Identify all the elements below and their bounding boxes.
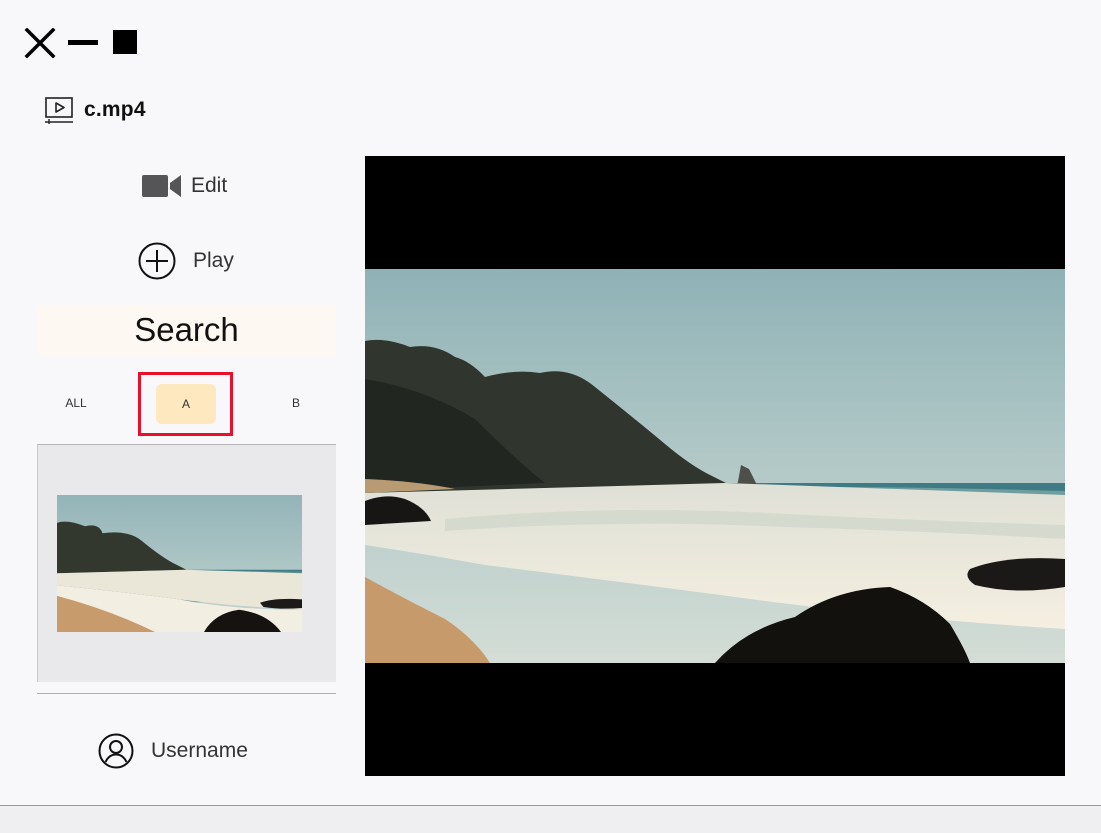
- filter-b-label: B: [291, 396, 300, 410]
- filter-a[interactable]: A: [156, 384, 216, 424]
- sidebar-divider: [37, 693, 336, 694]
- clip-thumbnail[interactable]: [57, 495, 302, 632]
- filter-a-label: A: [181, 397, 190, 411]
- username-label: Username: [151, 739, 248, 762]
- maximize-icon[interactable]: [113, 30, 137, 54]
- file-name: c.mp4: [84, 98, 146, 121]
- user-circle-icon: [98, 733, 134, 769]
- filter-b[interactable]: B: [284, 396, 308, 410]
- video-player[interactable]: [365, 156, 1065, 776]
- edit-label: Edit: [191, 174, 228, 197]
- video-frame: [365, 269, 1065, 663]
- status-bar: [0, 805, 1101, 833]
- filter-all[interactable]: ALL: [58, 396, 94, 410]
- play-label: Play: [193, 249, 234, 272]
- play-button[interactable]: Play: [138, 242, 234, 280]
- file-header: c.mp4: [44, 94, 146, 126]
- search-label: Search: [134, 311, 239, 348]
- video-file-icon: [45, 97, 73, 124]
- search-button[interactable]: Search: [37, 305, 336, 355]
- minimize-icon[interactable]: [68, 40, 98, 45]
- clip-list-panel: [37, 444, 336, 682]
- filter-all-label: ALL: [65, 396, 87, 410]
- user-account-button[interactable]: Username: [98, 733, 248, 769]
- edit-button[interactable]: Edit: [141, 170, 227, 202]
- close-icon[interactable]: [24, 28, 56, 58]
- video-camera-icon: [142, 175, 181, 197]
- plus-circle-icon: [138, 242, 176, 280]
